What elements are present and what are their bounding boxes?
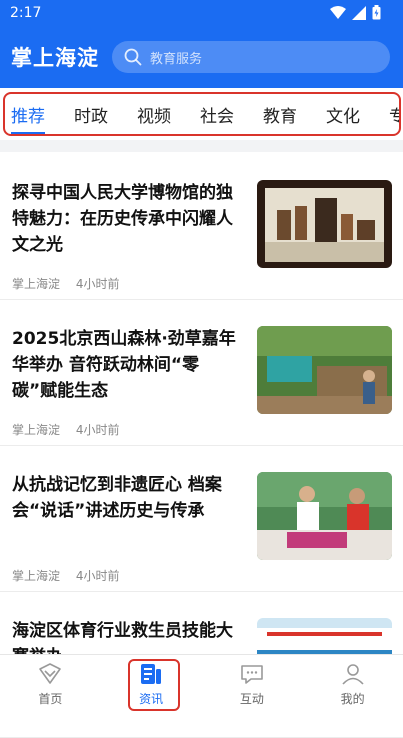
home-icon [39, 663, 62, 684]
app-brand-title: 掌上海淀 [11, 46, 99, 70]
tab-culture[interactable]: 文化 [326, 102, 360, 127]
news-list-item[interactable]: 2025北京西山森林·劲草嘉年华举办 音符跃动林间“零碳”赋能生态 掌上海淀 4… [0, 300, 403, 446]
battery-icon [372, 5, 381, 20]
section-divider [0, 140, 403, 152]
news-thumbnail [257, 326, 392, 414]
news-time: 4小时前 [75, 277, 120, 291]
tab-education[interactable]: 教育 [263, 102, 297, 127]
news-thumbnail [257, 472, 392, 560]
profile-icon [342, 664, 364, 685]
wifi-icon [330, 5, 346, 19]
news-list-item[interactable]: 从抗战记忆到非遗匠心 档案会“说话”讲述历史与传承 掌上海淀 4小时前 [0, 446, 403, 592]
tab-politics[interactable]: 时政 [74, 102, 108, 127]
category-tab-track: 推荐 时政 视频 社会 教育 文化 专题 [5, 94, 399, 134]
tab-video[interactable]: 视频 [137, 102, 171, 127]
chat-icon [241, 665, 263, 684]
news-source: 掌上海淀 [12, 423, 61, 437]
nav-profile[interactable]: 我的 [302, 655, 403, 716]
news-source: 掌上海淀 [12, 277, 61, 291]
status-icons [330, 5, 381, 20]
signal-icon [352, 5, 366, 20]
news-title: 探寻中国人民大学博物馆的独特魅力：在历史传承中闪耀人文之光 [12, 183, 233, 255]
category-tabs: 推荐 时政 视频 社会 教育 文化 专题 [3, 92, 401, 136]
search-icon [124, 48, 142, 66]
news-source: 掌上海淀 [12, 569, 61, 583]
search-placeholder: 教育服务 [150, 51, 203, 67]
active-highlight [127, 659, 180, 711]
news-meta: 掌上海淀 4小时前 [12, 421, 119, 438]
nav-home[interactable]: 首页 [0, 655, 101, 716]
news-list-item[interactable]: 探寻中国人民大学博物馆的独特魅力：在历史传承中闪耀人文之光 掌上海淀 4小时前 [0, 154, 403, 300]
news-meta: 掌上海淀 4小时前 [12, 567, 119, 584]
status-bar: 2:17 [0, 0, 403, 26]
news-meta: 掌上海淀 4小时前 [12, 275, 119, 292]
news-thumbnail [257, 180, 392, 268]
tab-society[interactable]: 社会 [200, 102, 234, 127]
tab-special[interactable]: 专题 [389, 102, 399, 127]
news-time: 4小时前 [75, 423, 120, 437]
nav-interact[interactable]: 互动 [202, 655, 303, 716]
news-title: 从抗战记忆到非遗匠心 档案会“说话”讲述历史与传承 [12, 475, 222, 521]
nav-home-label: 首页 [38, 692, 63, 706]
nav-news[interactable]: 资讯 [101, 655, 202, 716]
status-time: 2:17 [10, 5, 42, 21]
app-header: 掌上海淀 教育服务 [0, 26, 403, 88]
tab-recommend[interactable]: 推荐 [11, 102, 45, 134]
search-input[interactable]: 教育服务 [112, 41, 390, 73]
nav-profile-label: 我的 [340, 692, 365, 706]
bottom-navigation: 首页 资讯 互动 我的 [0, 654, 403, 716]
news-time: 4小时前 [75, 569, 120, 583]
news-title: 2025北京西山森林·劲草嘉年华举办 音符跃动林间“零碳”赋能生态 [12, 329, 236, 401]
nav-interact-label: 互动 [239, 692, 264, 706]
